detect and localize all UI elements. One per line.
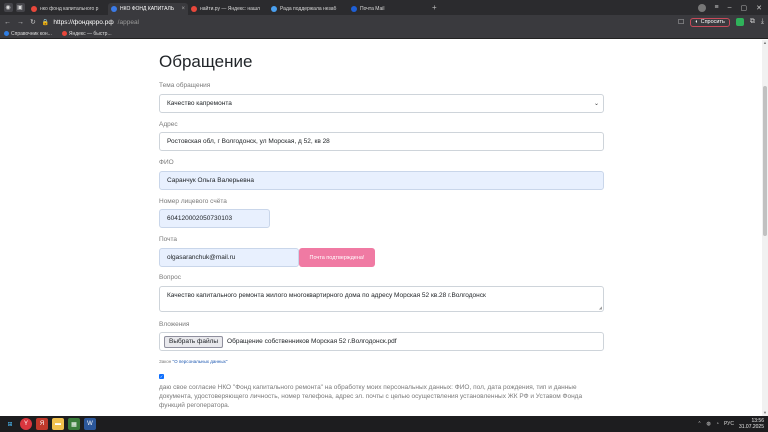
browser-tab-bar: ◉ ▣ нко фонд капитального р НКО ФОНД КАП… bbox=[0, 0, 768, 15]
ask-label: Спросить bbox=[700, 19, 725, 25]
word-taskbar-icon[interactable]: W bbox=[84, 418, 96, 430]
tab-1[interactable]: НКО ФОНД КАПИТАЛЬ × bbox=[108, 2, 188, 15]
browser-menu-area: ◉ ▣ bbox=[0, 0, 28, 15]
bookmark-label: Яндекс — быстр... bbox=[68, 30, 112, 37]
email-label: Почта bbox=[159, 236, 178, 243]
app-taskbar-icon[interactable]: ▦ bbox=[68, 418, 80, 430]
url-field[interactable]: 🔒 https://фондкрро.рф/appeal bbox=[42, 17, 672, 27]
tab-favicon-icon bbox=[111, 5, 117, 12]
volume-icon[interactable]: ◔ bbox=[716, 421, 719, 427]
law-prefix: Закон bbox=[159, 359, 173, 364]
tab-favicon-icon bbox=[191, 5, 197, 12]
menu-icon[interactable]: ≡ bbox=[715, 4, 719, 11]
system-tray: ⌃ ◍ ◔ РУС 13:56 31.07.2025 bbox=[697, 418, 764, 430]
attachment-filename: Обращение собственников Морская 52 г.Вол… bbox=[227, 338, 397, 345]
choose-files-button[interactable]: Выбрать файлы bbox=[164, 335, 224, 348]
bookmark-label: Справочник кон... bbox=[11, 30, 52, 37]
fio-input[interactable]: Саранчук Ольга Валерьевна bbox=[159, 171, 604, 190]
email-value: olgasaranchuk@mail.ru bbox=[167, 254, 236, 261]
question-label: Вопрос bbox=[159, 274, 181, 281]
address-input[interactable]: Ростовская обл, г Волгодонск, ул Морская… bbox=[159, 132, 604, 151]
file-explorer-icon[interactable]: ▬ bbox=[52, 418, 64, 430]
minimize-icon[interactable]: – bbox=[728, 4, 732, 11]
bookmark-item-0[interactable]: Справочник кон... bbox=[4, 31, 52, 37]
close-window-icon[interactable]: ✕ bbox=[756, 4, 762, 12]
bookmark-favicon-icon bbox=[4, 31, 9, 36]
address-label: Адрес bbox=[159, 121, 178, 128]
downloads-icon[interactable]: ⤓ bbox=[761, 18, 764, 26]
tab-2[interactable]: найти.ру — Яндекс: нашл bbox=[188, 3, 268, 15]
tab-label: Почта Mail bbox=[360, 5, 385, 12]
account-input[interactable]: 604120002050730103 bbox=[159, 209, 270, 228]
bookmark-icon[interactable]: ☐ bbox=[678, 18, 684, 26]
tab-0[interactable]: нко фонд капитального р bbox=[28, 3, 108, 15]
profile-avatar[interactable] bbox=[697, 3, 706, 12]
bookmark-favicon-icon bbox=[61, 31, 67, 36]
attachments-label: Вложения bbox=[159, 321, 190, 328]
law-reference: Закон "О персональных данных" bbox=[159, 359, 227, 364]
language-indicator[interactable]: РУС bbox=[724, 421, 734, 427]
shield-extension-icon[interactable] bbox=[735, 18, 744, 26]
page-content: Обращение Тема обращения Качество капрем… bbox=[0, 40, 762, 416]
law-link[interactable]: "О персональных данных" bbox=[172, 359, 227, 364]
windows-start-icon[interactable]: ⊞ bbox=[4, 418, 16, 430]
ask-icon: ◐ bbox=[695, 19, 699, 25]
forward-icon[interactable]: → bbox=[17, 19, 24, 26]
clock[interactable]: 13:56 31.07.2025 bbox=[739, 418, 764, 430]
address-value: Ростовская обл, г Волгодонск, ул Морская… bbox=[167, 138, 330, 145]
tab-favicon-icon bbox=[271, 5, 277, 12]
account-value: 604120002050730103 bbox=[167, 215, 233, 222]
tab-close-icon[interactable]: × bbox=[181, 6, 185, 12]
scroll-up-icon[interactable]: ▲ bbox=[762, 40, 768, 46]
reload-icon[interactable]: ↻ bbox=[30, 18, 36, 26]
tab-3[interactable]: Рада поддержала незаб bbox=[268, 3, 348, 15]
page-title: Обращение bbox=[159, 52, 253, 71]
question-textarea[interactable]: Качество капитального ремонта жилого мно… bbox=[159, 286, 604, 312]
topic-label: Тема обращения bbox=[159, 82, 211, 89]
account-label: Номер лицевого счёта bbox=[159, 198, 227, 205]
extensions-icon[interactable]: ⧉ bbox=[750, 18, 755, 26]
maximize-icon[interactable]: ▢ bbox=[741, 4, 748, 12]
bookmark-item-1[interactable]: Яндекс — быстр... bbox=[61, 30, 112, 37]
page-scrollbar[interactable]: ▲ ▼ bbox=[762, 40, 768, 416]
topic-select[interactable]: Качество капремонта ⌄ bbox=[159, 94, 604, 113]
fio-value: Саранчук Ольга Валерьевна bbox=[167, 177, 254, 184]
url-path: /appeal bbox=[117, 18, 139, 26]
tabs-icon[interactable]: ▣ bbox=[15, 3, 25, 12]
attachments-input[interactable]: Выбрать файлы Обращение собственников Мо… bbox=[159, 332, 604, 351]
yandex-taskbar-icon[interactable]: Я bbox=[36, 418, 48, 430]
tab-label: НКО ФОНД КАПИТАЛЬ bbox=[120, 5, 175, 12]
tab-favicon-icon bbox=[31, 5, 37, 12]
back-icon[interactable]: ← bbox=[4, 19, 11, 26]
question-value: Качество капитального ремонта жилого мно… bbox=[167, 292, 486, 299]
window-controls: ≡ – ▢ ✕ bbox=[697, 3, 768, 12]
clock-date: 31.07.2025 bbox=[738, 424, 764, 430]
browser-taskbar-icon[interactable]: Y bbox=[20, 418, 32, 430]
consent-text: даю свое согласие НКО "Фонд капитального… bbox=[159, 384, 583, 409]
tab-4[interactable]: Почта Mail bbox=[348, 3, 428, 15]
scrollbar-thumb[interactable] bbox=[763, 86, 767, 236]
new-tab-icon[interactable]: + bbox=[432, 3, 437, 12]
tray-chevron-icon[interactable]: ⌃ bbox=[697, 421, 701, 427]
tab-favicon-icon bbox=[351, 5, 357, 12]
address-bar-row: ← → ↻ 🔒 https://фондкрро.рф/appeal ☐ ◐ С… bbox=[0, 15, 768, 29]
tab-label: найти.ру — Яндекс: нашл bbox=[200, 5, 260, 12]
tab-label: нко фонд капитального р bbox=[40, 5, 99, 12]
tab-label: Рада поддержала незаб bbox=[280, 5, 337, 12]
fio-label: ФИО bbox=[159, 159, 174, 166]
email-input[interactable]: olgasaranchuk@mail.ru bbox=[159, 248, 299, 267]
chevron-down-icon: ⌄ bbox=[593, 101, 599, 107]
bookmarks-bar: Справочник кон... Яндекс — быстр... bbox=[0, 29, 768, 39]
url-host: https://фондкрро.рф bbox=[53, 18, 114, 26]
topic-value: Качество капремонта bbox=[167, 100, 232, 107]
consent-checkbox[interactable]: ✓ bbox=[159, 374, 164, 379]
ask-button[interactable]: ◐ Спросить bbox=[690, 17, 730, 27]
resize-handle-icon[interactable]: ◢ bbox=[599, 305, 602, 310]
network-icon[interactable]: ◍ bbox=[707, 421, 711, 427]
taskbar: ⊞ Y Я ▬ ▦ W ⌃ ◍ ◔ РУС 13:56 31.07.2025 bbox=[0, 416, 768, 432]
browser-logo-icon[interactable]: ◉ bbox=[3, 3, 13, 12]
lock-icon: 🔒 bbox=[41, 19, 50, 26]
email-confirm-button[interactable]: Почта подтверждена! bbox=[299, 248, 375, 267]
